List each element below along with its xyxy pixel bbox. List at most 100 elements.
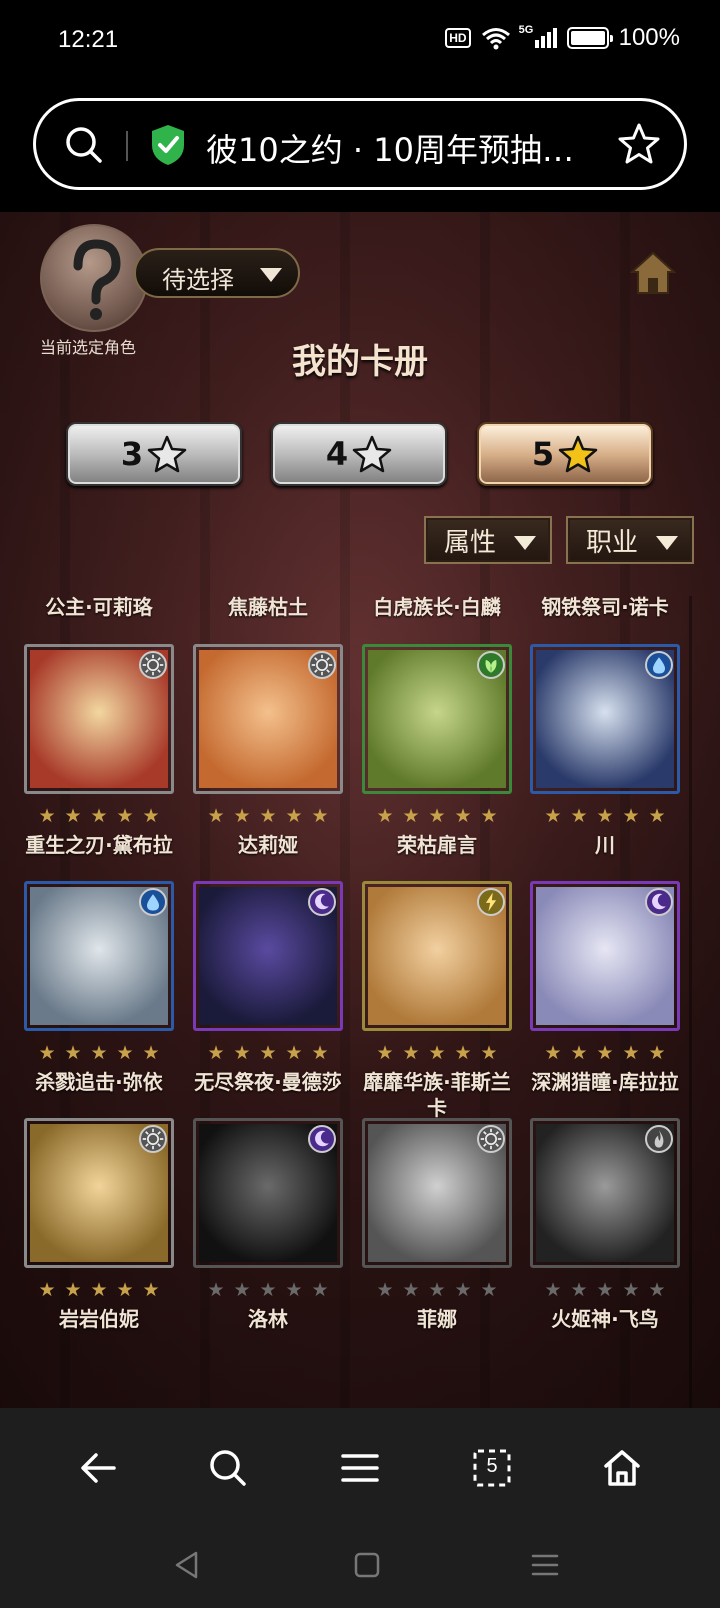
character-card[interactable]: ★ ★ ★ ★ ★ 岩岩伯妮 — [24, 1118, 198, 1358]
rarity-stars: ★ ★ ★ ★ ★ — [205, 1280, 355, 1300]
star-icon: ★ — [570, 1279, 588, 1301]
page-title[interactable]: 彼10之约 · 10周年预抽卡... — [206, 125, 586, 171]
role-select-dropdown[interactable]: 待选择 — [134, 248, 300, 298]
character-name: 钢铁祭司·诺卡 — [541, 596, 669, 619]
tabs-button[interactable]: 5 — [470, 1446, 514, 1490]
star-icon: ★ — [233, 805, 251, 827]
character-name: 焦藤枯土 — [228, 596, 308, 619]
rarity-stars: ★ ★ ★ ★ ★ — [374, 1043, 524, 1063]
address-bar[interactable]: 彼10之约 · 10周年预抽卡... — [33, 98, 687, 190]
card-grid[interactable]: ★★★★★公主·可莉珞★★★★★焦藤枯土★★★★★白虎族长·白麟★★★★★钢铁祭… — [0, 596, 720, 1408]
security-shield-icon[interactable] — [148, 123, 188, 167]
character-name: 岩岩伯妮 — [59, 1307, 139, 1331]
wood-element-icon — [477, 651, 505, 679]
rarity-stars: ★ ★ ★ ★ ★ — [205, 806, 355, 826]
star-icon: ★ — [311, 1279, 329, 1301]
character-portrait[interactable] — [362, 1118, 512, 1268]
character-card[interactable]: ★ ★ ★ ★ ★ 重生之刃·黛布拉 — [24, 644, 198, 884]
character-card[interactable]: ★ ★ ★ ★ ★ 洛林 — [193, 1118, 367, 1358]
star-tab-5[interactable]: 5 — [477, 422, 653, 486]
nav-back-icon[interactable] — [172, 1550, 202, 1580]
character-portrait[interactable] — [24, 881, 174, 1031]
browser-bottom-bar: 5 — [0, 1408, 720, 1526]
character-card[interactable]: ★ ★ ★ ★ ★ 川 — [530, 644, 704, 884]
character-name: 重生之刃·黛布拉 — [25, 833, 173, 857]
star-icon: ★ — [402, 1042, 420, 1064]
star-icon: ★ — [116, 805, 134, 827]
character-card[interactable]: ★ ★ ★ ★ ★ 达莉娅 — [193, 644, 367, 884]
rarity-stars: ★ ★ ★ ★ ★ — [36, 806, 186, 826]
menu-icon[interactable] — [338, 1446, 382, 1490]
star-tab-number: 4 — [325, 435, 349, 473]
search-icon[interactable] — [206, 1446, 250, 1490]
character-portrait[interactable] — [530, 644, 680, 794]
star-icon — [352, 435, 392, 473]
signal-icon: 5G — [519, 24, 557, 48]
star-icon: ★ — [64, 1042, 82, 1064]
character-portrait[interactable] — [530, 881, 680, 1031]
job-filter-label: 职业 — [586, 527, 639, 558]
star-icon: ★ — [311, 1042, 329, 1064]
character-card[interactable]: ★ ★ ★ ★ ★ 菲娜 — [362, 1118, 536, 1358]
browser-toolbar: 彼10之约 · 10周年预抽卡... — [0, 84, 720, 212]
home-icon[interactable] — [600, 1446, 644, 1490]
role-select-label: 待选择 — [162, 266, 234, 294]
nav-recents-icon[interactable] — [530, 1550, 560, 1580]
character-card[interactable]: ★ ★ ★ ★ ★ 荣枯扉言 — [362, 644, 536, 884]
light-element-icon — [139, 651, 167, 679]
star-tab-3[interactable]: 3 — [66, 422, 242, 486]
star-icon: ★ — [38, 1279, 56, 1301]
character-portrait[interactable] — [362, 644, 512, 794]
avatar[interactable] — [40, 224, 148, 332]
character-portrait[interactable] — [193, 1118, 343, 1268]
star-icon: ★ — [207, 1279, 225, 1301]
character-card[interactable]: ★★★★★钢铁祭司·诺卡 — [530, 596, 704, 646]
character-portrait[interactable] — [193, 644, 343, 794]
character-card[interactable]: ★ ★ ★ ★ ★ 无尽祭夜·曼德莎 — [193, 881, 367, 1121]
character-portrait[interactable] — [530, 1118, 680, 1268]
character-portrait[interactable] — [362, 881, 512, 1031]
star-tab-4[interactable]: 4 — [271, 422, 447, 486]
job-filter[interactable]: 职业 — [566, 516, 694, 564]
question-mark-icon — [73, 239, 121, 320]
star-icon: ★ — [480, 1279, 498, 1301]
character-card[interactable]: ★★★★★焦藤枯土 — [193, 596, 367, 646]
star-icon: ★ — [233, 1279, 251, 1301]
attribute-filter[interactable]: 属性 — [424, 516, 552, 564]
star-icon: ★ — [428, 805, 446, 827]
battery-level: 100% — [618, 24, 680, 51]
character-card[interactable]: ★ ★ ★ ★ ★ 杀戮追击·弥依 — [24, 881, 198, 1121]
tab-count: 5 — [486, 1455, 498, 1477]
character-card[interactable]: ★★★★★公主·可莉珞 — [24, 596, 198, 646]
nav-home-icon[interactable] — [352, 1550, 382, 1580]
star-icon: ★ — [402, 805, 420, 827]
character-portrait[interactable] — [24, 644, 174, 794]
character-card[interactable]: ★ ★ ★ ★ ★ 靡靡华族·菲斯兰卡 — [362, 881, 536, 1121]
star-icon: ★ — [285, 1279, 303, 1301]
character-name: 火姬神·飞鸟 — [551, 1307, 659, 1331]
star-icon: ★ — [259, 1042, 277, 1064]
character-portrait[interactable] — [24, 1118, 174, 1268]
star-icon: ★ — [402, 1279, 420, 1301]
star-icon: ★ — [90, 1042, 108, 1064]
battery-icon — [566, 27, 613, 49]
bookmark-star-icon[interactable] — [616, 121, 662, 167]
home-icon[interactable] — [630, 250, 676, 296]
rarity-stars: ★ ★ ★ ★ ★ — [542, 1280, 692, 1300]
character-name: 荣枯扉言 — [397, 833, 477, 857]
star-icon: ★ — [570, 1042, 588, 1064]
character-card[interactable]: ★ ★ ★ ★ ★ 火姬神·飞鸟 — [530, 1118, 704, 1358]
character-name: 川 — [595, 833, 615, 857]
character-card[interactable]: ★★★★★白虎族长·白麟 — [362, 596, 536, 646]
star-icon: ★ — [207, 805, 225, 827]
star-icon: ★ — [454, 1279, 472, 1301]
star-icon: ★ — [454, 1042, 472, 1064]
attribute-filter-label: 属性 — [444, 527, 497, 558]
search-icon[interactable] — [62, 123, 106, 167]
character-name: 公主·可莉珞 — [45, 596, 153, 619]
back-arrow-icon[interactable] — [76, 1446, 120, 1490]
character-name: 无尽祭夜·曼德莎 — [194, 1070, 342, 1094]
character-portrait[interactable] — [193, 881, 343, 1031]
character-card[interactable]: ★ ★ ★ ★ ★ 深渊猎瞳·库拉拉 — [530, 881, 704, 1121]
fire-element-icon — [645, 1125, 673, 1153]
